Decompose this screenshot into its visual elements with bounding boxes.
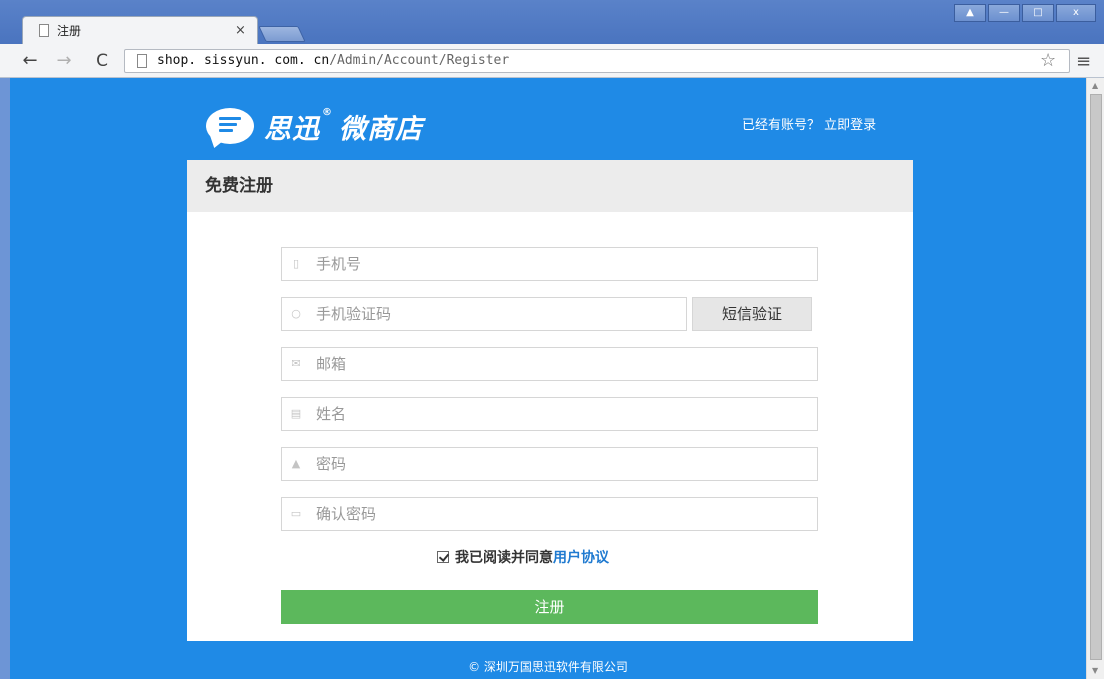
user-agreement-link[interactable]: 用户协议 — [553, 547, 609, 567]
scroll-down-icon[interactable]: ▼ — [1092, 666, 1098, 675]
confirm-password-field[interactable]: ▭ — [281, 497, 818, 531]
agree-text: 我已阅读并同意 — [455, 550, 553, 566]
logo: 思迅®微商店 — [206, 106, 423, 146]
agree-checkbox[interactable] — [437, 551, 449, 563]
confirm-password-input[interactable] — [316, 498, 806, 530]
sms-verify-button[interactable]: 短信验证 — [692, 297, 812, 331]
register-button[interactable]: 注册 — [281, 590, 818, 624]
password-field[interactable]: ▲ — [281, 447, 818, 481]
agreement-row: 我已阅读并同意 用户协议 — [437, 547, 609, 567]
keyboard-icon: ▭ — [290, 507, 302, 520]
tab-title: 注册 — [57, 24, 82, 38]
envelope-icon: ✉ — [291, 357, 301, 370]
name-input[interactable] — [316, 398, 806, 430]
back-arrow-icon[interactable]: ← — [18, 49, 42, 73]
close-window-button[interactable]: x — [1056, 4, 1096, 22]
address-bar[interactable]: shop. sissyun. com. cn/Admin/Account/Reg… — [124, 49, 1070, 73]
new-tab-button[interactable] — [258, 26, 306, 42]
password-input[interactable] — [316, 448, 806, 480]
copyright-footer: © 深圳万国思迅软件有限公司 — [468, 660, 628, 674]
id-card-icon: ▤ — [290, 407, 302, 420]
cart-bubble-icon — [206, 108, 254, 144]
login-link[interactable]: 已经有账号？ 立即登录 — [742, 114, 876, 133]
reload-icon[interactable]: C — [90, 49, 114, 73]
phone-input[interactable] — [316, 248, 806, 280]
sms-code-field[interactable]: ○ — [281, 297, 687, 331]
vertical-scrollbar[interactable]: ▲ ▼ — [1086, 78, 1104, 679]
profile-button[interactable]: ▲ — [954, 4, 986, 22]
chat-icon: ○ — [291, 307, 301, 320]
bookmark-star-icon[interactable]: ☆ — [1040, 50, 1056, 71]
maximize-button[interactable]: □ — [1022, 4, 1054, 22]
browser-toolbar: ← → C shop. sissyun. com. cn/Admin/Accou… — [0, 44, 1104, 78]
minimize-button[interactable]: — — [988, 4, 1020, 22]
name-field[interactable]: ▤ — [281, 397, 818, 431]
logo-text: 思迅®微商店 — [264, 106, 423, 145]
menu-icon[interactable]: ≡ — [1076, 51, 1091, 72]
window-frame — [0, 78, 10, 679]
phone-field[interactable]: ▯ — [281, 247, 818, 281]
url-text[interactable]: shop. sissyun. com. cn/Admin/Account/Reg… — [157, 53, 509, 68]
window-controls: ▲ — □ x — [952, 4, 1096, 22]
browser-tab[interactable]: 注册 × — [22, 16, 258, 44]
lock-icon: ▲ — [291, 457, 301, 470]
scroll-thumb[interactable] — [1090, 94, 1102, 660]
page-icon — [137, 54, 147, 68]
email-field[interactable]: ✉ — [281, 347, 818, 381]
form-title: 免费注册 — [187, 160, 913, 212]
register-card: 免费注册 ▯ ○ 短信验证 ✉ ▤ ▲ ▭ 我已阅读并同意用户协议 — [187, 160, 913, 641]
sms-code-input[interactable] — [316, 298, 676, 330]
page-icon — [39, 24, 49, 37]
forward-arrow-icon[interactable]: → — [52, 49, 76, 73]
phone-icon: ▯ — [292, 257, 300, 270]
email-input[interactable] — [316, 348, 806, 380]
tab-close-icon[interactable]: × — [235, 23, 246, 38]
page-viewport: 思迅®微商店 已经有账号？ 立即登录 免费注册 ▯ ○ 短信验证 ✉ ▤ ▲ ▭ — [10, 78, 1086, 679]
browser-tabstrip: 注册 × ▲ — □ x — [0, 0, 1104, 44]
scroll-up-icon[interactable]: ▲ — [1092, 81, 1098, 90]
